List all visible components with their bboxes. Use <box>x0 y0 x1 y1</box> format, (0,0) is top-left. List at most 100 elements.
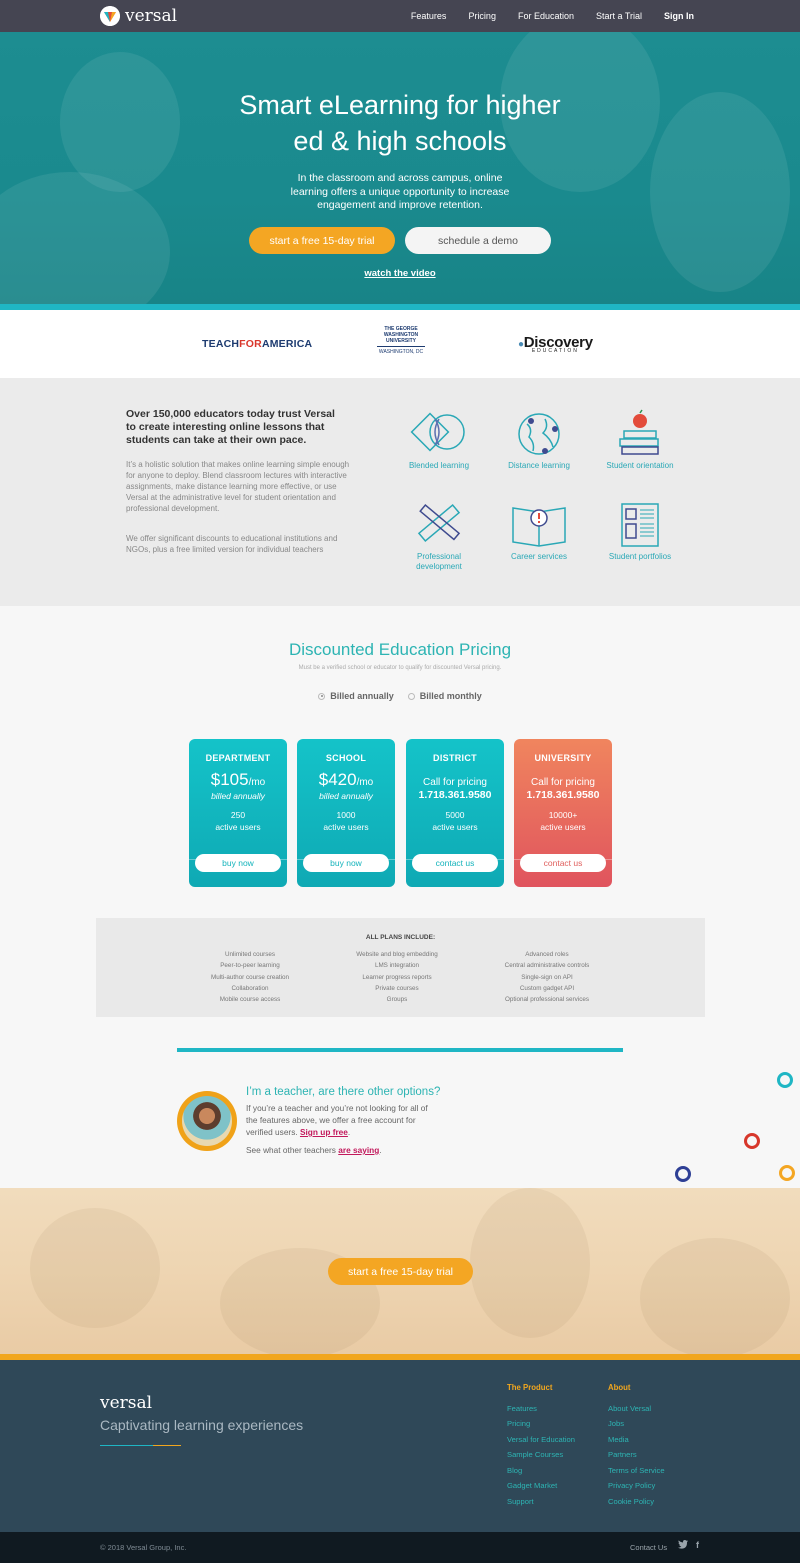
plan-price: $105/mo <box>189 770 287 790</box>
feature-label: Blended learning <box>408 461 470 470</box>
feature-student-orientation: Student orientation <box>600 409 680 471</box>
included-item: Central administrative controls <box>504 962 590 970</box>
footer-about-column: About About Versal Jobs Media Partners T… <box>608 1380 665 1509</box>
nav-for-education[interactable]: For Education <box>518 11 574 21</box>
decor-ring <box>675 1166 691 1182</box>
hero-trial-button[interactable]: start a free 15-day trial <box>249 227 395 254</box>
hero-section: Smart eLearning for higher ed & high sch… <box>0 32 800 304</box>
included-item: Single-sign on API <box>521 973 573 981</box>
billing-monthly-option[interactable]: Billed monthly <box>407 691 482 701</box>
nav-links: Features Pricing For Education Start a T… <box>411 0 694 32</box>
nav-sign-in[interactable]: Sign In <box>664 11 694 21</box>
brand-name: versal <box>125 6 178 26</box>
decor-ring <box>744 1133 760 1149</box>
apple-books-icon <box>619 409 659 455</box>
nav-start-trial[interactable]: Start a Trial <box>596 11 642 21</box>
footer-link-media[interactable]: Media <box>608 1432 665 1448</box>
plan-price-amount: $420 <box>318 770 357 789</box>
footer-link-blog[interactable]: Blog <box>507 1463 575 1479</box>
hero-title: Smart eLearning for higher ed & high sch… <box>0 87 800 159</box>
included-item: Optional professional services <box>505 996 589 1004</box>
feature-label: Student orientation <box>606 461 674 470</box>
gwu-logo: THE GEORGE WASHINGTON UNIVERSITY WASHING… <box>377 326 425 355</box>
nav-features[interactable]: Features <box>411 11 447 21</box>
discovery-education-logo: ●Discovery EDUCATION <box>518 334 593 354</box>
footer-brand[interactable]: versal <box>100 1393 152 1413</box>
included-item: Advanced roles <box>525 951 569 958</box>
plan-card-district: DISTRICT Call for pricing 1.718.361.9580… <box>406 739 504 887</box>
plan-users: 1000 active users <box>297 809 395 833</box>
features-paragraph-2: We offer significant discounts to educat… <box>126 534 338 554</box>
decor-ring <box>777 1072 793 1088</box>
feature-label: Professional development <box>416 552 462 571</box>
billing-monthly-label: Billed monthly <box>419 691 482 701</box>
hero-subtitle: In the classroom and across campus, onli… <box>290 172 510 211</box>
contact-us-link[interactable]: Contact Us <box>630 1543 667 1552</box>
are-saying-link[interactable]: are saying <box>338 1145 379 1155</box>
plan-users-label: active users <box>432 822 478 832</box>
plan-buy-button[interactable]: buy now <box>195 854 281 872</box>
plan-users: 5000 active users <box>406 809 504 833</box>
footer-link-privacy[interactable]: Privacy Policy <box>608 1478 665 1494</box>
nav-pricing[interactable]: Pricing <box>468 11 496 21</box>
feature-career-services: Career services <box>499 500 579 562</box>
all-plans-include: ALL PLANS INCLUDE: Unlimited courses Pee… <box>96 918 705 1017</box>
radio-selected-icon[interactable] <box>318 692 326 700</box>
footer-link-pricing[interactable]: Pricing <box>507 1416 575 1432</box>
features-headline: Over 150,000 educators today trust Versa… <box>126 408 335 446</box>
footer-link-partners[interactable]: Partners <box>608 1447 665 1463</box>
footer-link-education[interactable]: Versal for Education <box>507 1432 575 1448</box>
teacher-body: If you’re a teacher and you’re not looki… <box>246 1103 428 1137</box>
hero-bg-shape <box>0 172 170 304</box>
feature-label: Career services <box>510 552 567 561</box>
watch-video-link[interactable]: watch the video <box>0 268 800 279</box>
hero-title-line2: ed & high schools <box>293 126 507 156</box>
banner-bg-shape <box>30 1208 160 1328</box>
pricing-subtitle: Must be a verified school or educator to… <box>298 665 502 671</box>
plan-phone: 1.718.361.9580 <box>526 789 600 801</box>
section-divider <box>177 1048 623 1052</box>
radio-icon[interactable] <box>407 692 415 700</box>
billing-toggle: Billed annually Billed monthly <box>0 691 800 701</box>
facebook-icon[interactable]: f <box>696 1540 699 1551</box>
decor-ring <box>779 1165 795 1181</box>
footer-about-title: About <box>608 1383 631 1392</box>
feature-student-portfolios: Student portfolios <box>600 500 680 562</box>
sign-up-free-link[interactable]: Sign up free <box>300 1127 348 1137</box>
partner-logos: TEACHFORAMERICA THE GEORGE WASHINGTON UN… <box>0 310 800 378</box>
plan-contact-button[interactable]: contact us <box>412 854 498 872</box>
teacher-photo-image <box>182 1096 232 1146</box>
plan-users-count: 250 <box>230 810 246 820</box>
plan-contact-button[interactable]: contact us <box>520 854 606 872</box>
twitter-icon[interactable] <box>678 1540 688 1551</box>
teacher-heading: I’m a teacher, are there other options? <box>246 1086 441 1098</box>
footer-link-about[interactable]: About Versal <box>608 1401 665 1417</box>
teacher-see-text: See what other teachers <box>246 1145 336 1155</box>
footer-accent-line <box>100 1445 153 1446</box>
footer-link-cookie[interactable]: Cookie Policy <box>608 1494 665 1510</box>
hero-demo-button[interactable]: schedule a demo <box>405 227 551 254</box>
plan-name: DEPARTMENT <box>205 753 271 763</box>
feature-distance-learning: Distance learning <box>499 409 579 471</box>
plan-buy-button[interactable]: buy now <box>303 854 389 872</box>
footer-link-support[interactable]: Support <box>507 1494 575 1510</box>
billing-annual-option[interactable]: Billed annually <box>318 691 394 701</box>
ruler-pencil-icon <box>417 503 461 543</box>
portfolio-icon <box>621 503 659 547</box>
footer-link-sample-courses[interactable]: Sample Courses <box>507 1447 575 1463</box>
gwu-name: THE GEORGE WASHINGTON UNIVERSITY <box>383 326 419 344</box>
footer-link-features[interactable]: Features <box>507 1401 575 1417</box>
footer-link-terms[interactable]: Terms of Service <box>608 1463 665 1479</box>
teacher-see: See what other teachers are saying. <box>246 1145 382 1155</box>
plan-card-school: SCHOOL $420/mo billed annually 1000 activ… <box>297 739 395 887</box>
footer-accent-line <box>153 1445 181 1446</box>
plan-card-university: UNIVERSITY Call for pricing 1.718.361.95… <box>514 739 612 887</box>
plan-call: Call for pricing <box>531 777 595 788</box>
versal-logo[interactable]: versal <box>100 6 177 26</box>
footer-link-gadget-market[interactable]: Gadget Market <box>507 1478 575 1494</box>
footer-link-jobs[interactable]: Jobs <box>608 1416 665 1432</box>
banner-trial-button[interactable]: start a free 15-day trial <box>328 1258 473 1285</box>
blended-learning-icon <box>410 412 465 452</box>
plan-phone: 1.718.361.9580 <box>418 789 492 801</box>
plan-price-amount: $105 <box>210 770 249 789</box>
